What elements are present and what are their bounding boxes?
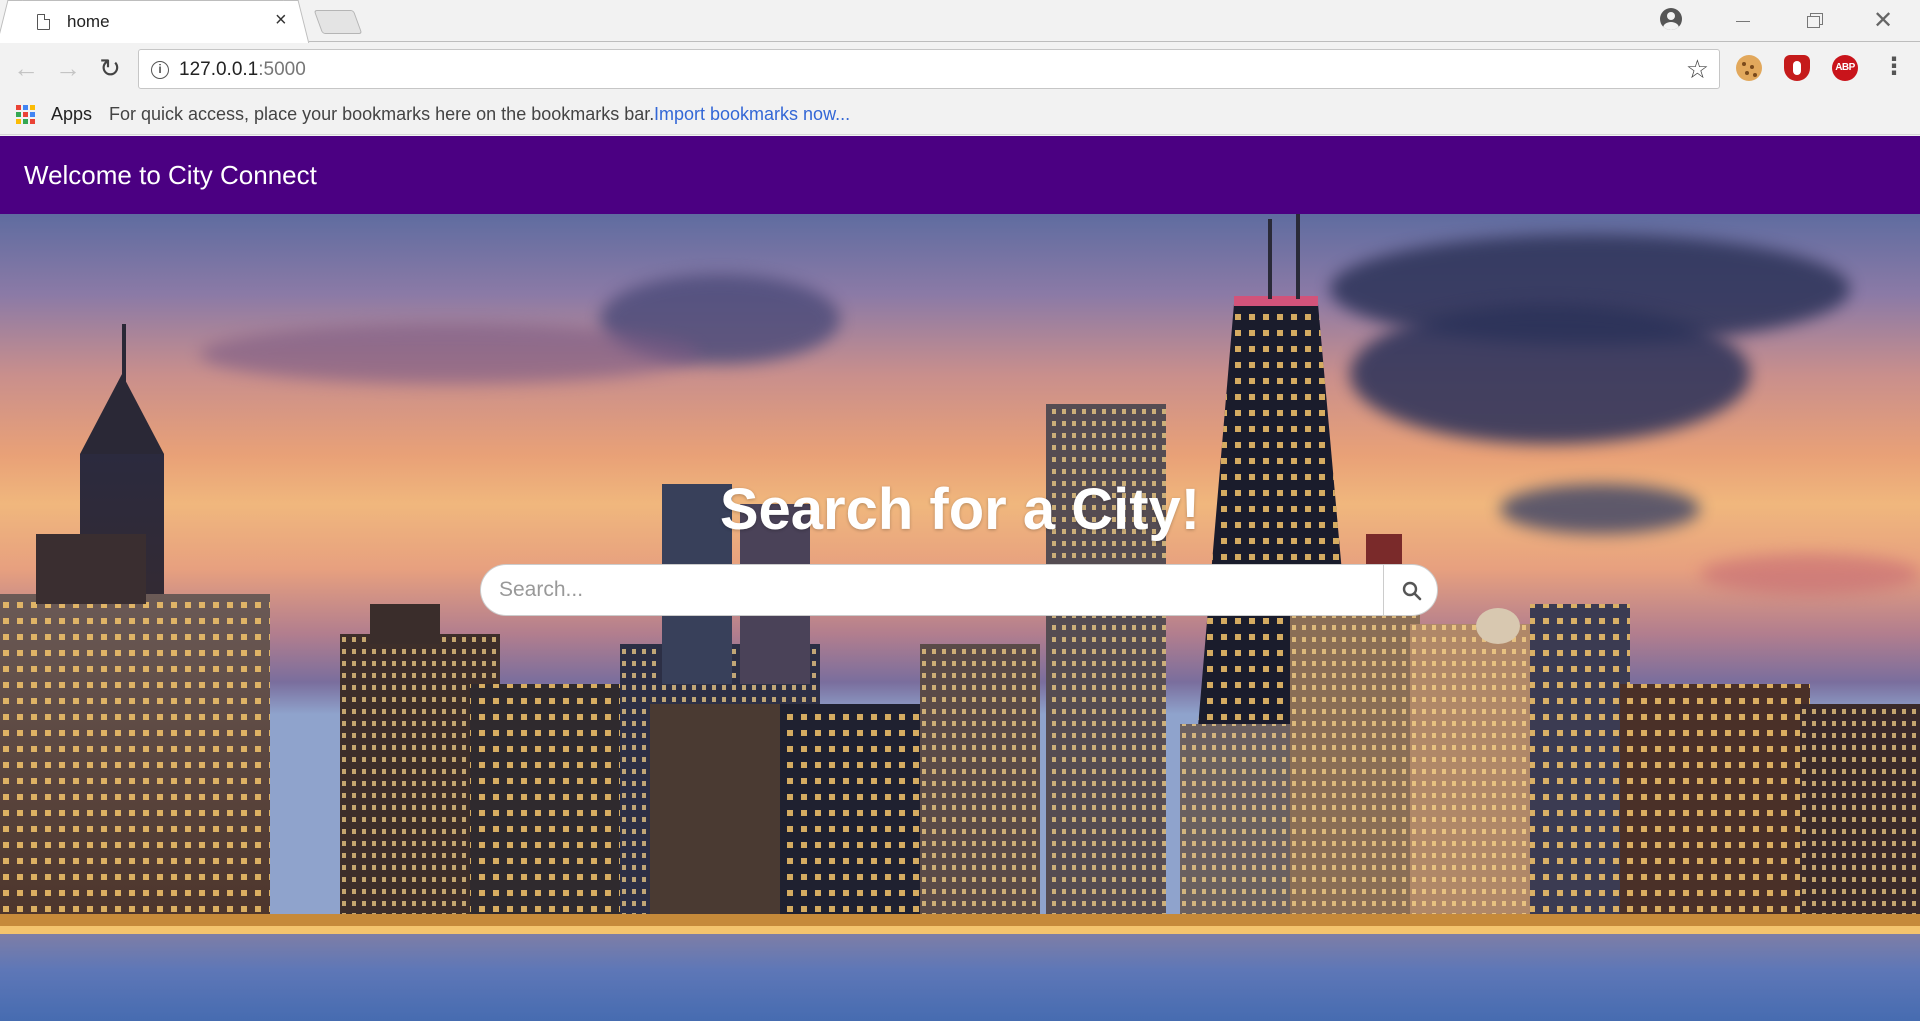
page-icon [37,14,50,30]
search-bar [480,564,1438,616]
site-navbar: Welcome to City Connect [0,136,1920,214]
forward-icon[interactable]: → [52,52,84,84]
tab-home[interactable]: home × [8,0,298,43]
back-icon[interactable]: ← [10,52,42,84]
city-skyline [0,214,1920,944]
hero-section: Search for a City! [0,214,1920,1021]
search-button[interactable] [1383,564,1438,616]
chrome-menu-icon[interactable]: ⋮ [1882,53,1906,83]
profile-icon[interactable] [1660,8,1682,30]
info-icon[interactable]: i [151,61,169,79]
browser-toolbar: ← → ↻ i 127.0.0.1:5000 ☆ ABP ⋮ [0,43,1920,93]
bookmark-star-icon[interactable]: ☆ [1686,54,1709,85]
tab-strip: home × ✕ [0,0,1920,43]
hero-title: Search for a City! [719,477,1201,542]
import-bookmarks-link[interactable]: Import bookmarks now... [654,104,850,125]
address-bar[interactable]: i 127.0.0.1:5000 ☆ [138,49,1720,89]
bookmarks-bar: Apps For quick access, place your bookma… [0,93,1920,135]
apps-link[interactable]: Apps [51,104,92,125]
tab-close-icon[interactable]: × [275,9,287,31]
reload-icon[interactable]: ↻ [94,52,126,84]
restore-button[interactable] [1790,6,1836,36]
close-window-button[interactable]: ✕ [1860,6,1906,36]
search-input[interactable] [480,564,1384,616]
tab-title: home [67,12,110,31]
bookmarks-hint: For quick access, place your bookmarks h… [109,104,655,124]
page-content: Welcome to City Connect Search for a Cit… [0,136,1920,1021]
site-brand[interactable]: Welcome to City Connect [24,160,317,191]
new-tab-button[interactable] [313,10,363,34]
cookie-icon[interactable] [1736,55,1762,81]
lake-water [0,934,1920,1021]
ublock-icon[interactable] [1784,55,1810,81]
adblock-plus-icon[interactable]: ABP [1832,55,1858,81]
url-text: 127.0.0.1:5000 [179,59,306,80]
apps-grid-icon[interactable] [16,105,36,125]
search-icon [1402,581,1422,601]
minimize-button[interactable] [1720,6,1766,36]
